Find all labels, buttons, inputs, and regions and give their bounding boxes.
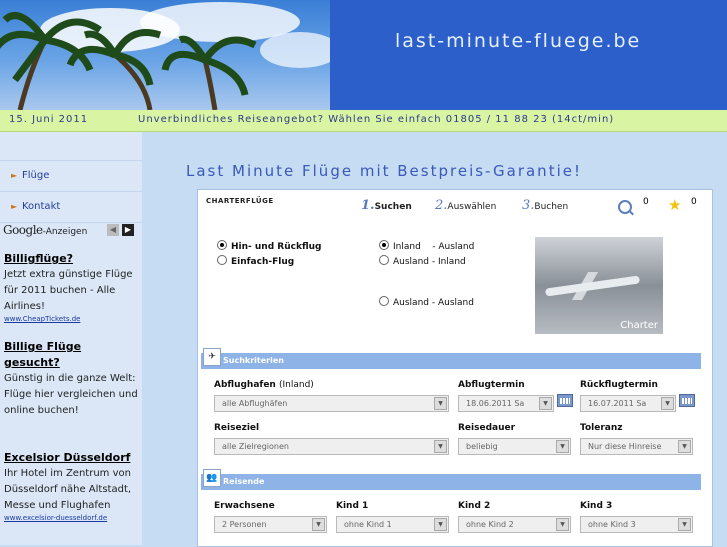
site-header: last-minute-fluege.be [0, 0, 727, 110]
info-bar: 15. Juni 2011 Unverbindliches Reiseangeb… [0, 110, 727, 132]
select-kind2[interactable]: ohne Kind 2 ▼ [458, 516, 571, 533]
label-reisedauer: Reisedauer [458, 423, 516, 433]
ad-item[interactable]: Excelsior Düsseldorf Ihr Hotel im Zentru… [4, 450, 140, 522]
section-reisende: 👥 Reisende [201, 469, 701, 490]
panel-title: Charterflüge [206, 197, 274, 205]
step-buchen[interactable]: 3.Buchen [522, 198, 568, 213]
chevron-down-icon: ▼ [556, 440, 569, 453]
label-kind3: Kind 3 [580, 501, 613, 511]
label-erwachsene: Erwachsene [214, 501, 275, 511]
chevron-down-icon: ▼ [661, 397, 674, 410]
select-reisedauer[interactable]: beliebig ▼ [458, 438, 571, 455]
step-auswaehlen[interactable]: 2.Auswählen [435, 198, 496, 213]
label-rueckflugtermin: Rückflugtermin [580, 380, 658, 390]
charter-search-panel: Charterflüge 1.Suchen 2.Auswählen 3.Buch… [197, 189, 713, 547]
chevron-down-icon: ▼ [678, 518, 691, 531]
radio-button[interactable] [379, 240, 389, 250]
select-abflughafen[interactable]: alle Abflughäfen ▼ [214, 395, 449, 412]
chevron-down-icon: ▼ [434, 397, 447, 410]
radio-button[interactable] [379, 296, 389, 306]
nav-item-fluege[interactable]: ► Flüge [0, 160, 142, 191]
label-abflughafen: Abflughafen (Inland) [214, 380, 314, 390]
page-heading: Last Minute Flüge mit Bestpreis-Garantie… [186, 162, 582, 180]
star-icon[interactable]: ★ [668, 196, 681, 214]
hotline-notice: Unverbindliches Reiseangebot? Wählen Sie… [138, 114, 615, 125]
ads-prev-button[interactable]: ◀ [107, 224, 119, 236]
ad-item[interactable]: Billigflüge? Jetzt extra günstige Flüge … [4, 251, 140, 323]
calendar-icon[interactable] [679, 394, 695, 407]
nav-label: Kontakt [22, 201, 61, 212]
google-logo: Google [3, 223, 43, 237]
chevron-down-icon: ▼ [312, 518, 325, 531]
site-title: last-minute-fluege.be [395, 30, 642, 52]
ads-next-button[interactable]: ▶ [122, 224, 134, 236]
favorites-count: 0 [691, 197, 697, 207]
chevron-down-icon: ▼ [678, 440, 691, 453]
nav-item-kontakt[interactable]: ► Kontakt [0, 191, 142, 223]
radio-button[interactable] [217, 255, 227, 265]
sidebar: ► Flüge ► Kontakt Google-Anzeigen ◀ ▶ Bi… [0, 132, 142, 545]
arrow-right-icon: ► [11, 202, 18, 211]
search-icon[interactable] [618, 200, 632, 214]
radio-ausland-ausland[interactable]: Ausland - Ausland [379, 296, 474, 308]
ad-item[interactable]: Billige Flüge gesucht? Günstig in die ga… [4, 339, 140, 419]
radio-button[interactable] [379, 255, 389, 265]
nav-label: Flüge [22, 170, 50, 181]
radio-hin-rueckflug[interactable]: Hin- und Rückflug [217, 240, 321, 252]
ad-text: Günstig in die ganze Welt: Flüge hier ve… [4, 373, 138, 416]
ad-text: Jetzt extra günstige Flüge für 2011 buch… [4, 269, 133, 312]
label-toleranz: Toleranz [580, 423, 623, 433]
ads-label: -Anzeigen [42, 227, 88, 237]
select-kind3[interactable]: ohne Kind 3 ▼ [580, 516, 693, 533]
calendar-icon[interactable] [557, 394, 573, 407]
label-reiseziel: Reiseziel [214, 423, 260, 433]
ad-title[interactable]: Billige Flüge gesucht? [4, 339, 140, 371]
ad-text: Ihr Hotel im Zentrum von Düsseldorf nähe… [4, 468, 132, 511]
palm-tree-banner-image [0, 0, 330, 110]
ads-header: Google-Anzeigen [3, 223, 87, 237]
people-icon: 👥 [203, 469, 221, 487]
step-suchen[interactable]: 1.Suchen [361, 198, 412, 213]
chevron-down-icon: ▼ [556, 518, 569, 531]
chevron-down-icon: ▼ [434, 518, 447, 531]
chevron-down-icon: ▼ [539, 397, 552, 410]
ad-title[interactable]: Excelsior Düsseldorf [4, 450, 140, 466]
ad-title[interactable]: Billigflüge? [4, 251, 140, 267]
section-suchkriterien: ✈ Suchkriterien [201, 348, 701, 369]
ad-url[interactable]: www.excelsior-duesseldorf.de [4, 514, 140, 522]
chevron-down-icon: ▼ [434, 440, 447, 453]
arrow-right-icon: ► [11, 171, 18, 180]
select-abflugtermin[interactable]: 18.06.2011 Sa ▼ [458, 395, 554, 412]
select-erwachsene[interactable]: 2 Personen ▼ [214, 516, 327, 533]
airplane-icon: ✈ [203, 348, 221, 366]
radio-button[interactable] [217, 240, 227, 250]
select-reiseziel[interactable]: alle Zielregionen ▼ [214, 438, 449, 455]
search-count: 0 [643, 197, 649, 207]
charter-airplane-image: Charter [535, 237, 663, 334]
label-kind1: Kind 1 [336, 501, 369, 511]
charter-image-label: Charter [620, 320, 658, 331]
label-kind2: Kind 2 [458, 501, 491, 511]
radio-inland-ausland[interactable]: Inland - Ausland [379, 240, 474, 252]
current-date: 15. Juni 2011 [9, 114, 89, 125]
select-toleranz[interactable]: Nur diese Hinreise ▼ [580, 438, 693, 455]
label-abflugtermin: Abflugtermin [458, 380, 525, 390]
radio-einfach-flug[interactable]: Einfach-Flug [217, 255, 294, 267]
select-kind1[interactable]: ohne Kind 1 ▼ [336, 516, 449, 533]
select-rueckflugtermin[interactable]: 16.07.2011 Sa ▼ [580, 395, 676, 412]
radio-ausland-inland[interactable]: Ausland - Inland [379, 255, 466, 267]
ad-url[interactable]: www.CheapTickets.de [4, 315, 140, 323]
